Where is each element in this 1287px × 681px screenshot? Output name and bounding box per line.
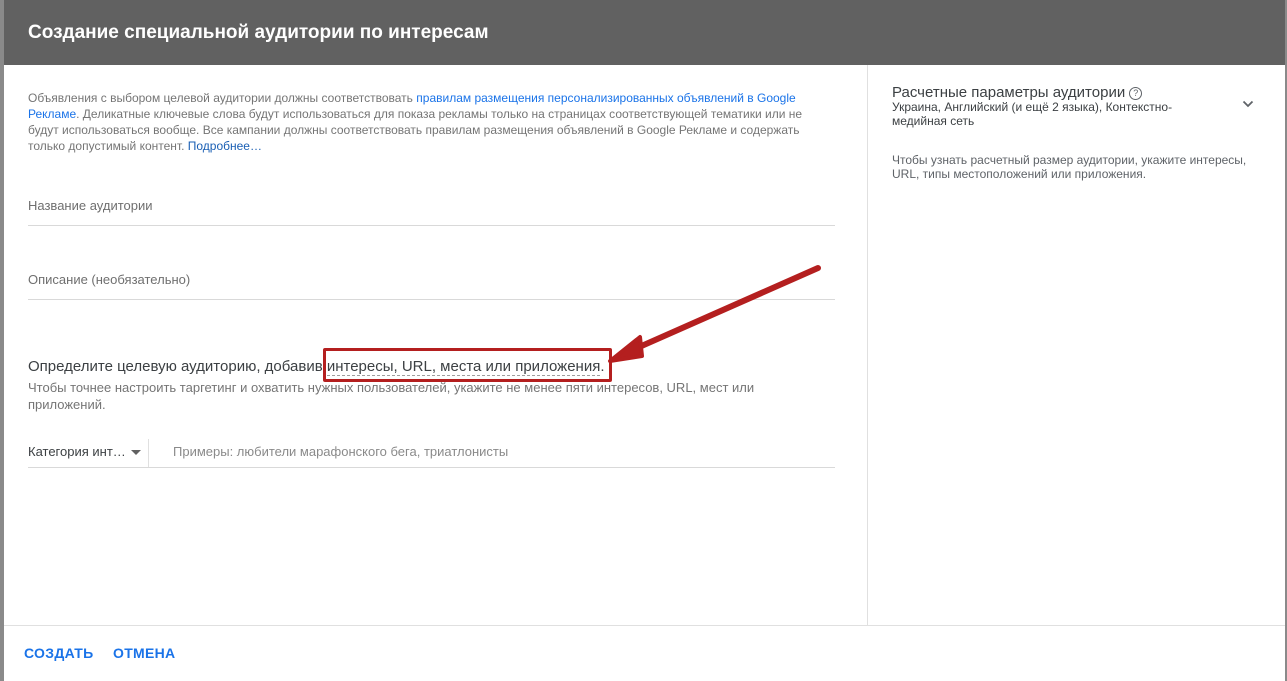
interest-search-input[interactable]: Примеры: любители марафонского бега, три…	[173, 444, 508, 459]
estimate-title: Расчетные параметры аудитории?	[892, 84, 1143, 101]
main-column: Объявления с выбором целевой аудитории д…	[4, 65, 867, 625]
notice-text-2: . Деликатные ключевые слова будут исполь…	[28, 107, 803, 153]
audience-estimate-panel: Расчетные параметры аудитории? Украина, …	[867, 65, 1285, 625]
category-divider	[148, 439, 149, 467]
targeting-title-prefix: Определите целевую аудиторию, добавив	[28, 358, 327, 375]
help-circle-icon[interactable]: ?	[1129, 87, 1143, 100]
targeting-subtitle: Чтобы точнее настроить таргетинг и охват…	[28, 380, 755, 412]
estimate-title-text: Расчетные параметры аудитории	[892, 84, 1126, 101]
notice-text-1: Объявления с выбором целевой аудитории д…	[28, 91, 417, 105]
audience-name-placeholder: Название аудитории	[28, 198, 153, 213]
dialog-title: Создание специальной аудитории по интере…	[28, 22, 489, 43]
audience-description-placeholder: Описание (необязательно)	[28, 272, 191, 287]
estimate-params: Украина, Английский (и ещё 2 языка), Кон…	[892, 100, 1173, 128]
estimate-hint: Чтобы узнать расчетный размер аудитории,…	[892, 153, 1247, 181]
chevron-down-icon[interactable]	[1242, 98, 1254, 110]
interest-search-row: Категория инт… Примеры: любители марафон…	[28, 435, 835, 468]
annotation-highlight-box	[323, 348, 612, 382]
create-audience-dialog: Создание специальной аудитории по интере…	[4, 0, 1285, 681]
policy-notice: Объявления с выбором целевой аудитории д…	[28, 90, 808, 154]
dropdown-arrow-icon	[131, 450, 141, 455]
category-select[interactable]: Категория инт…	[28, 435, 148, 468]
audience-description-field[interactable]: Описание (необязательно)	[28, 264, 835, 300]
audience-name-field[interactable]: Название аудитории	[28, 190, 835, 226]
category-select-value: Категория инт…	[28, 444, 126, 459]
learn-more-link[interactable]: Подробнее…	[188, 139, 262, 153]
dialog-footer: СОЗДАТЬ ОТМЕНА	[4, 625, 1285, 681]
cancel-button[interactable]: ОТМЕНА	[113, 645, 175, 661]
create-button[interactable]: СОЗДАТЬ	[24, 645, 94, 661]
dialog-header: Создание специальной аудитории по интере…	[4, 0, 1285, 65]
